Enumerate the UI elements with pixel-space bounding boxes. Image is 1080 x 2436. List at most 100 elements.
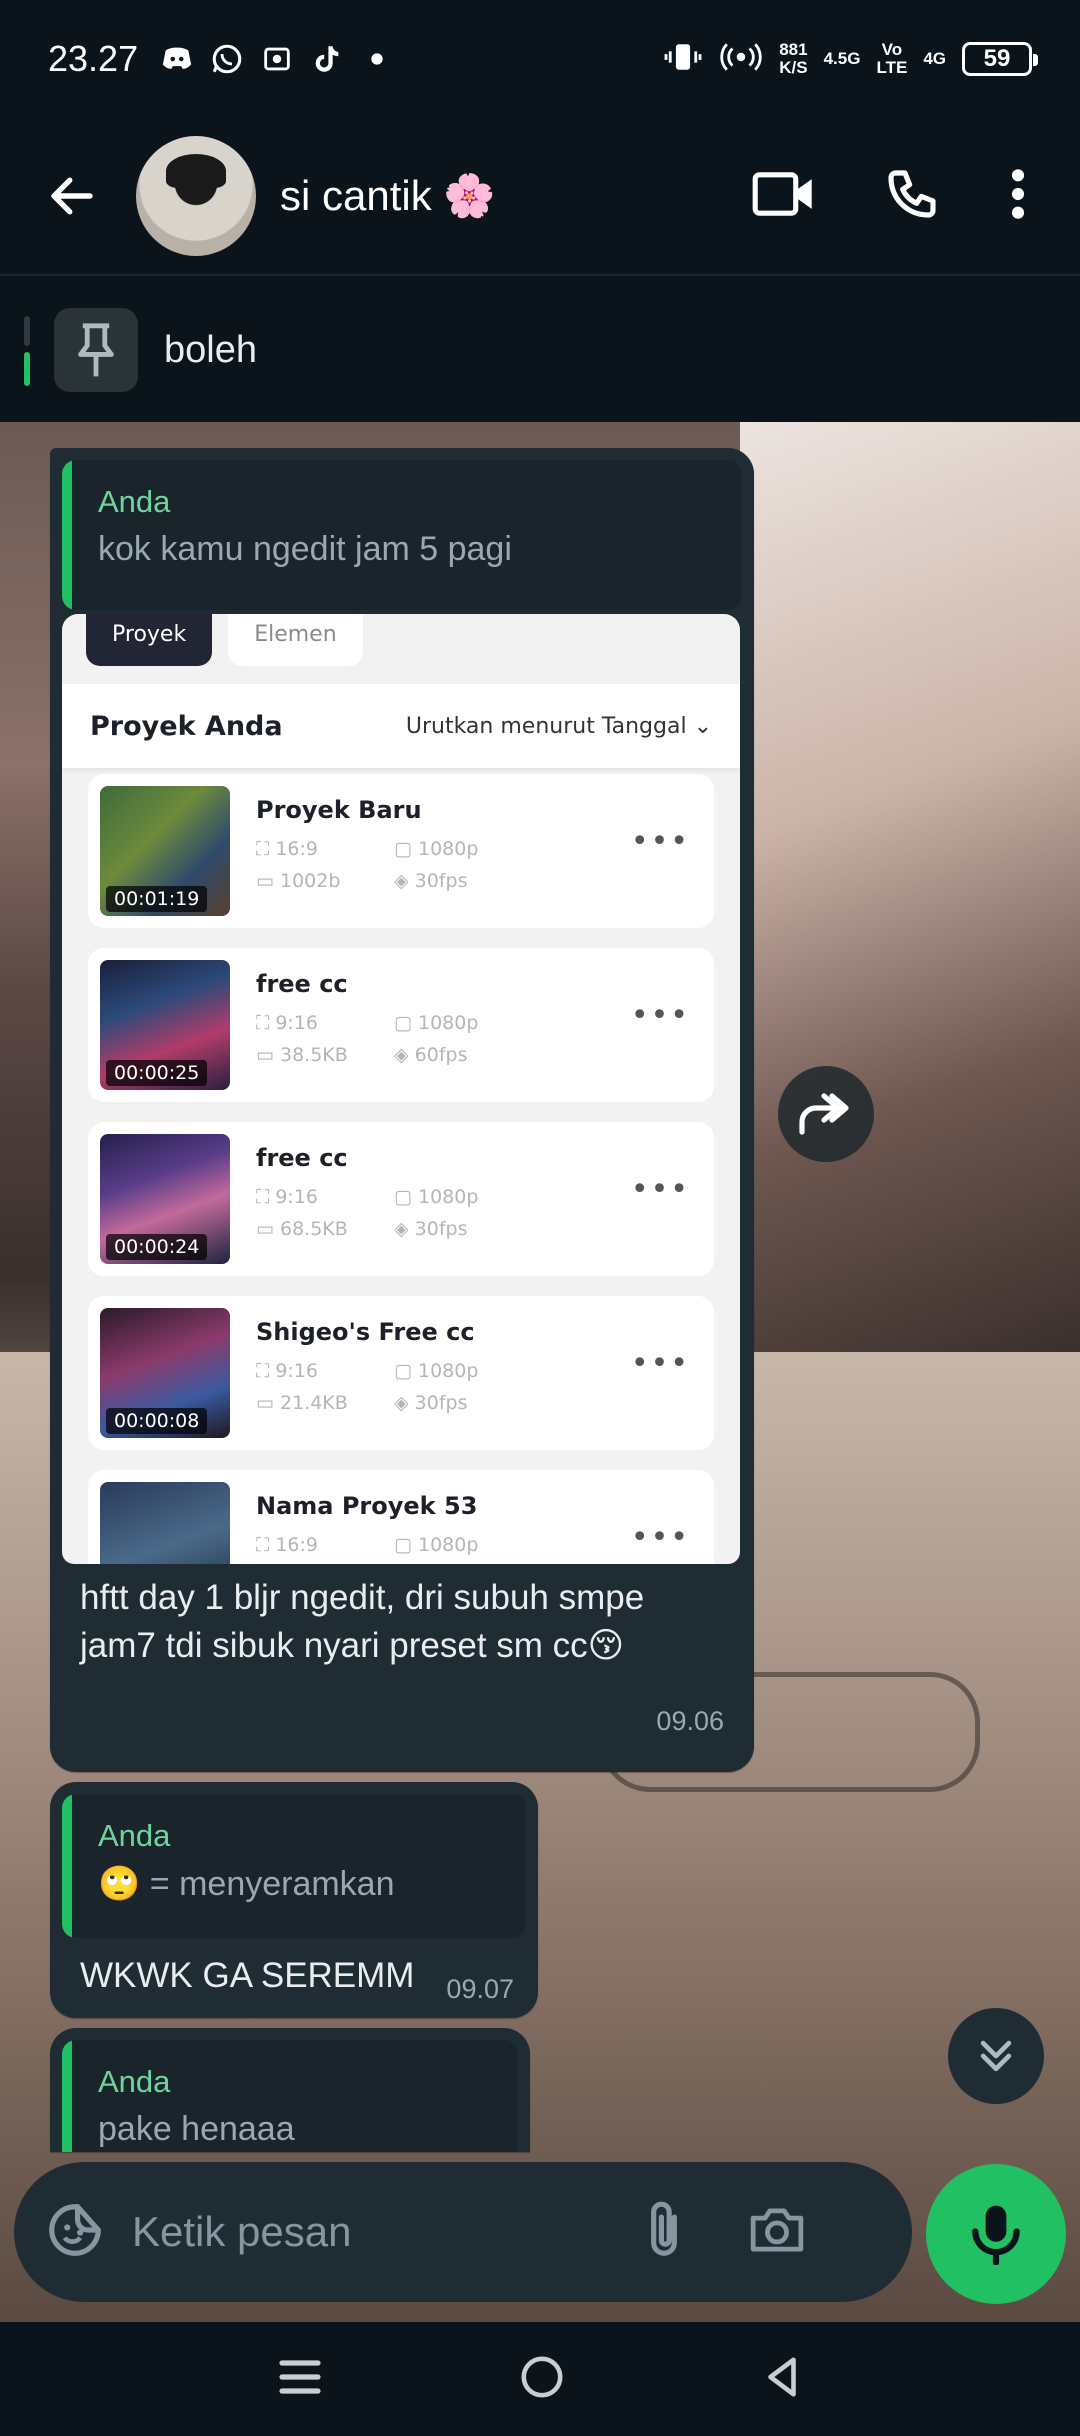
quoted-reply[interactable]: Anda kok kamu ngedit jam 5 pagi <box>62 460 742 610</box>
project-resolution: ▢ 1080p <box>394 1360 479 1382</box>
pin-box <box>54 308 138 392</box>
more-horiz-icon: ••• <box>630 1520 690 1555</box>
message-time: 09.07 <box>446 1974 514 2004</box>
voice-record-button[interactable] <box>926 2164 1066 2304</box>
project-thumbnail: 00:00:08 <box>100 1308 230 1438</box>
network-4g: 4G <box>923 49 946 68</box>
project-thumbnail: 00:00:24 <box>100 1134 230 1264</box>
quote-author: Anda <box>98 2064 171 2099</box>
phone-icon <box>888 169 936 218</box>
system-nav-bar <box>0 2322 1080 2436</box>
chevron-down-icon: ⌄ <box>693 713 712 739</box>
sticker-icon <box>49 2203 101 2256</box>
volte-bottom: LTE <box>876 58 908 77</box>
attach-button[interactable] <box>640 2199 688 2266</box>
more-horiz-icon: ••• <box>630 998 690 1033</box>
project-name: Nama Proyek 53 <box>256 1492 478 1520</box>
project-card: 00:00:25 free cc ⛶ 9:16 ▢ 1080p ▭ 38.5KB… <box>88 948 714 1102</box>
forward-button[interactable] <box>778 1066 874 1162</box>
contact-avatar[interactable] <box>136 136 256 256</box>
res-value: 1080p <box>418 1534 479 1556</box>
message-bubble[interactable]: Anda 🙄 = menyeramkan WKWK GA SEREMM 09.0… <box>50 1782 538 2018</box>
ratio-value: 9:16 <box>275 1012 319 1034</box>
arrow-left-icon <box>51 177 93 215</box>
project-card: 00:00:08 Shigeo's Free cc ⛶ 9:16 ▢ 1080p… <box>88 1296 714 1450</box>
net-speed-value: 881 <box>779 40 808 59</box>
quote-author: Anda <box>98 484 171 519</box>
scroll-to-bottom-button[interactable] <box>948 2008 1044 2104</box>
net-speed-unit: K/S <box>779 58 808 77</box>
project-ratio: ⛶ 16:9 <box>256 1534 319 1556</box>
project-fps: ◈ 30fps <box>394 1218 468 1240</box>
circle-home-icon <box>521 2355 563 2398</box>
quoted-reply[interactable]: Anda 🙄 = menyeramkan <box>62 1794 526 1938</box>
project-resolution: ▢ 1080p <box>394 1186 479 1208</box>
net-speed: 881 K/S <box>779 41 807 77</box>
voice-call-button[interactable] <box>884 166 940 227</box>
video-call-button[interactable] <box>752 169 816 224</box>
message-bubble[interactable]: Anda pake henaaa <box>50 2028 530 2152</box>
project-duration: 00:00:25 <box>106 1060 208 1086</box>
image-attachment[interactable]: Proyek Elemen Proyek Anda Urutkan menuru… <box>62 614 740 1564</box>
video-camera-icon <box>752 171 812 216</box>
double-chevron-down-icon <box>980 2040 1012 2072</box>
project-ratio: ⛶ 9:16 <box>256 1186 319 1208</box>
camera-icon <box>750 2208 804 2251</box>
res-value: 1080p <box>418 1012 479 1034</box>
sort-label: Urutkan menurut Tanggal ⌄ <box>406 714 712 739</box>
message-composer <box>14 2162 912 2302</box>
project-fps: ◈ 60fps <box>394 1044 468 1066</box>
project-duration: 00:00:24 <box>106 1234 208 1260</box>
triangle-back-icon <box>767 2356 796 2397</box>
contact-name[interactable]: si cantik 🌸 <box>280 172 496 221</box>
project-name: free cc <box>256 970 348 998</box>
message-input[interactable] <box>132 2208 612 2256</box>
emoji-button[interactable] <box>44 2199 106 2266</box>
project-name: free cc <box>256 1144 348 1172</box>
message-text: WKWK GA SEREMM <box>80 1956 415 1995</box>
pin-icon <box>78 323 114 377</box>
ratio-value: 9:16 <box>275 1186 319 1208</box>
project-duration: 00:01:19 <box>106 886 208 912</box>
network-4-5g: 4.5G <box>823 49 861 68</box>
more-horiz-icon: ••• <box>630 1346 690 1381</box>
microphone-icon <box>972 2205 1020 2265</box>
project-card: 00:00:24 free cc ⛶ 9:16 ▢ 1080p ▭ 68.5KB… <box>88 1122 714 1276</box>
project-resolution: ▢ 1080p <box>394 838 479 860</box>
home-button[interactable] <box>519 2354 565 2405</box>
project-ratio: ⛶ 16:9 <box>256 838 319 860</box>
camera-button[interactable] <box>746 2202 808 2263</box>
more-horiz-icon: ••• <box>630 824 690 859</box>
project-resolution: ▢ 1080p <box>394 1012 479 1034</box>
fps-value: 60fps <box>414 1044 468 1066</box>
pinned-message-bar[interactable]: boleh <box>0 278 1080 422</box>
more-vert-icon <box>1011 168 1025 219</box>
quote-text: kok kamu ngedit jam 5 pagi <box>98 530 512 568</box>
hotspot-icon <box>719 40 763 79</box>
vibrate-icon <box>663 40 703 79</box>
screenshot-icon <box>260 42 294 76</box>
chat-header: si cantik 🌸 <box>0 118 1080 276</box>
project-size: ▭ 68.5KB <box>256 1218 348 1240</box>
whatsapp-icon <box>210 42 244 76</box>
quoted-reply[interactable]: Anda pake henaaa <box>62 2040 518 2152</box>
project-size: ▭ 38.5KB <box>256 1044 348 1066</box>
status-time: 23.27 <box>48 38 139 79</box>
quote-text: 🙄 = menyeramkan <box>98 1865 395 1903</box>
back-nav-button[interactable] <box>762 2354 802 2405</box>
project-size: ▭ 21.4KB <box>256 1392 348 1414</box>
status-bar: 23.27 881 K/S 4.5G Vo LTE 4G 59 <box>0 0 1080 118</box>
back-button[interactable] <box>42 166 102 226</box>
size-value: 68.5KB <box>280 1218 348 1240</box>
paperclip-icon <box>651 2201 677 2256</box>
recent-apps-button[interactable] <box>278 2357 322 2402</box>
forward-icon <box>799 1093 849 1135</box>
discord-icon <box>160 42 194 76</box>
size-value: 21.4KB <box>280 1392 348 1414</box>
more-options-button[interactable] <box>1008 166 1028 227</box>
more-horiz-icon: ••• <box>630 1172 690 1207</box>
notification-dot-icon <box>360 42 394 76</box>
size-value: 38.5KB <box>280 1044 348 1066</box>
sort-label-text: Urutkan menurut Tanggal <box>405 713 687 739</box>
pinned-indicator <box>24 316 30 386</box>
